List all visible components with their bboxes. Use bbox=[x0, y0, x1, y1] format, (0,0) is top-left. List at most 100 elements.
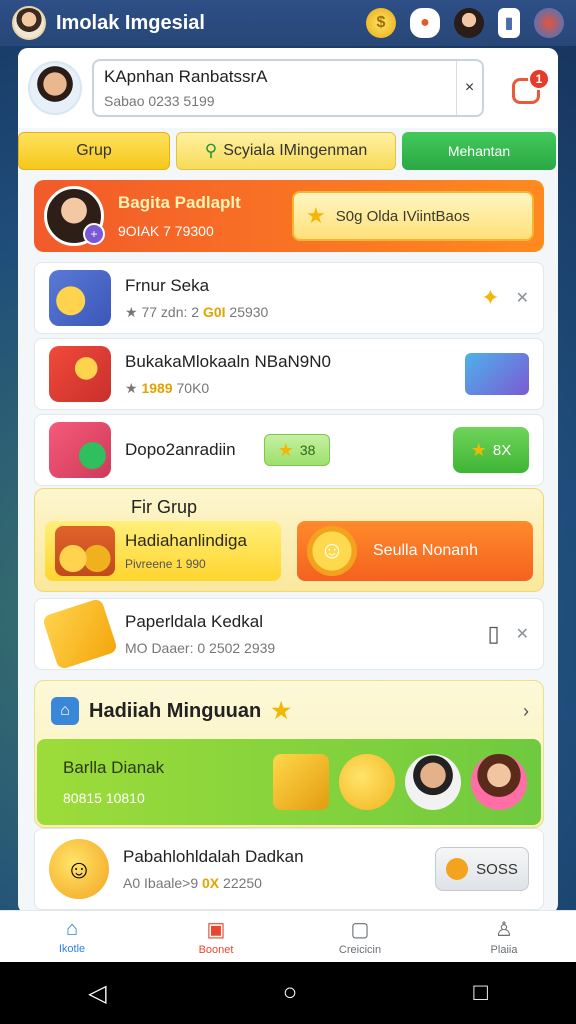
star-icon: ★ bbox=[271, 698, 291, 723]
home-icon: ⌂ bbox=[65, 918, 79, 940]
list-item[interactable]: BukakaMlokaaln NBaN9N0 ★ 1989 70K0 bbox=[34, 338, 544, 410]
bag-icon[interactable]: ▮ bbox=[498, 8, 520, 38]
profile-name: KApnhan RanbatssrA bbox=[104, 67, 268, 86]
app-title: Imolak Imgesial bbox=[56, 11, 205, 34]
profile-info-box[interactable]: KApnhan RanbatssrA Sabao 0233 5199 × bbox=[92, 59, 484, 117]
row-title: Pabahlohldalah Dadkan bbox=[123, 847, 304, 866]
bottom-nav: ⌂ Ikotle ▣ Boonet ▢ Creicicin ♙ Plaiia bbox=[0, 910, 576, 962]
key-icon bbox=[446, 858, 469, 880]
star-icon: ★ bbox=[306, 203, 326, 228]
status-icons: $ ● ▮ bbox=[366, 8, 564, 38]
claim-button[interactable]: ★ 8X bbox=[453, 427, 529, 473]
fir-grup-card[interactable]: Hadiahanlindiga Pivreene 1 990 bbox=[45, 521, 281, 581]
plus-icon: + bbox=[83, 223, 105, 245]
tab-mingguan[interactable]: ⚲ Scyiala IMingenman bbox=[176, 132, 396, 170]
row-subtitle: MO Daaer: 0 2502 2939 bbox=[125, 640, 276, 656]
close-icon[interactable]: ✕ bbox=[516, 288, 529, 308]
house-icon: ⌂ bbox=[51, 697, 79, 725]
nav-item-profile[interactable]: ♙ Plaiia bbox=[432, 911, 576, 962]
recents-icon[interactable]: □ bbox=[473, 979, 488, 1007]
fir-grup-button-label: Seulla Nonanh bbox=[373, 542, 478, 559]
profile-avatar[interactable] bbox=[28, 61, 82, 115]
list-item[interactable]: ☺ Pabahlohldalah Dadkan A0 Ibaale>9 0X 2… bbox=[34, 828, 544, 910]
chevron-right-icon[interactable]: › bbox=[523, 701, 529, 722]
nav-label: Plaiia bbox=[490, 944, 518, 956]
nav-label: Boonet bbox=[198, 944, 234, 956]
weekly-card-subtitle: 80815 10810 bbox=[63, 790, 145, 806]
row-title: BukakaMlokaaln NBaN9N0 bbox=[125, 351, 331, 371]
money-gift-icon bbox=[49, 422, 111, 478]
weekly-title: Hadiiah Minguuan bbox=[89, 699, 262, 722]
section-title: Fir Grup bbox=[131, 497, 198, 517]
phone-icon[interactable]: ▯ bbox=[487, 621, 499, 647]
weekly-header[interactable]: ⌂ Hadiiah Minguuan ★ bbox=[51, 697, 291, 725]
profile-card: KApnhan RanbatssrA Sabao 0233 5199 × 1 bbox=[18, 48, 558, 128]
nav-item-boonet[interactable]: ▣ Boonet bbox=[144, 911, 288, 962]
banner-subtitle: 9OIAK 7 79300 bbox=[118, 223, 214, 239]
user-icon: ⚲ bbox=[204, 141, 218, 160]
tab-mehantan[interactable]: Mehantan bbox=[402, 132, 556, 170]
claim-button-label: 8X bbox=[492, 441, 512, 459]
nav-item-chat[interactable]: ▢ Creicicin bbox=[288, 911, 432, 962]
soss-button-label: SOSS bbox=[476, 860, 518, 878]
main-panel: KApnhan RanbatssrA Sabao 0233 5199 × 1 G… bbox=[18, 48, 558, 914]
row-subtitle: ★ 1989 70K0 bbox=[125, 379, 210, 396]
fir-card-title: Hadiahanlindiga bbox=[125, 531, 247, 550]
value-pill: ★ 38 bbox=[263, 434, 330, 466]
profile-id: Sabao 0233 5199 bbox=[104, 93, 215, 109]
list-item[interactable]: Dopo2anradiin ★ 38 ★ 8X bbox=[34, 414, 544, 486]
star-icon: ★ bbox=[470, 439, 487, 460]
star-icon: ★ bbox=[277, 439, 294, 460]
coin-icon[interactable]: $ bbox=[366, 8, 396, 38]
map-card-icon[interactable] bbox=[465, 353, 529, 395]
person-icon: ♙ bbox=[495, 919, 513, 941]
tab-mingguan-label: Scyiala IMingenman bbox=[223, 142, 368, 159]
row-title: Paperldala Kedkal bbox=[125, 612, 263, 631]
emoji-icon bbox=[339, 754, 395, 810]
notification-button[interactable]: 1 bbox=[508, 68, 550, 108]
status-avatar[interactable] bbox=[12, 6, 46, 40]
gift-icon bbox=[49, 270, 111, 326]
chat-box-icon: ▢ bbox=[350, 919, 370, 941]
woman-avatar-icon bbox=[471, 754, 527, 810]
list-item[interactable]: Frnur Seka ★ 77 zdn: 2 G0I 25930 ✦ ✕ bbox=[34, 262, 544, 334]
row-subtitle: A0 Ibaale>9 0X 22250 bbox=[123, 875, 262, 891]
nav-item-home[interactable]: ⌂ Ikotle bbox=[0, 911, 144, 962]
banner-button[interactable]: ★ S0g Olda IViintBaos bbox=[292, 191, 534, 241]
coins-icon bbox=[55, 526, 115, 576]
man-avatar-icon bbox=[405, 754, 461, 810]
row-subtitle: ★ 77 zdn: 2 G0I 25930 bbox=[125, 303, 269, 320]
nav-label: Creicicin bbox=[338, 944, 382, 956]
notification-badge: 1 bbox=[528, 68, 550, 90]
star-icon[interactable]: ✦ bbox=[481, 285, 499, 311]
list-item[interactable]: Paperldala Kedkal MO Daaer: 0 2502 2939 … bbox=[34, 597, 544, 671]
soss-button[interactable]: SOSS bbox=[435, 847, 529, 891]
fir-grup-section: Fir Grup Hadiahanlindiga Pivreene 1 990 … bbox=[34, 488, 544, 592]
card-icon: ▣ bbox=[206, 919, 226, 941]
close-icon[interactable]: × bbox=[456, 61, 482, 115]
back-icon[interactable]: ◁ bbox=[88, 979, 106, 1008]
promo-banner: + Bagita Padlaplt 9OIAK 7 79300 ★ S0g Ol… bbox=[34, 180, 544, 252]
tab-grup[interactable]: Grup bbox=[18, 132, 170, 170]
globe-icon[interactable] bbox=[534, 8, 564, 38]
pill-value: 38 bbox=[299, 442, 316, 458]
home-circle-icon[interactable]: ○ bbox=[283, 979, 298, 1007]
close-icon[interactable]: ✕ bbox=[516, 624, 529, 644]
sun-icon: ☺ bbox=[307, 526, 357, 576]
user-avatar-icon[interactable] bbox=[454, 8, 484, 38]
weekly-reward-section: ⌂ Hadiiah Minguuan ★ › Barlla Dianak 808… bbox=[34, 680, 544, 828]
tab-bar: Grup ⚲ Scyiala IMingenman Mehantan bbox=[18, 132, 558, 170]
banner-avatar: + bbox=[44, 186, 105, 246]
row-title: Dopo2anradiin bbox=[125, 440, 236, 459]
fir-grup-button[interactable]: ☺ Seulla Nonanh bbox=[297, 521, 533, 581]
banner-button-label: S0g Olda IViintBaos bbox=[335, 207, 470, 225]
weekly-card[interactable]: Barlla Dianak 80815 10810 bbox=[37, 739, 541, 825]
gift-icon bbox=[273, 754, 329, 810]
gift-box-icon bbox=[49, 346, 111, 402]
ticket-icon bbox=[41, 597, 119, 671]
smiley-icon: ☺ bbox=[49, 839, 109, 899]
row-title: Frnur Seka bbox=[125, 275, 210, 295]
chat-icon[interactable]: ● bbox=[410, 8, 440, 38]
nav-label: Ikotle bbox=[58, 943, 86, 955]
weekly-card-title: Barlla Dianak bbox=[63, 758, 165, 777]
